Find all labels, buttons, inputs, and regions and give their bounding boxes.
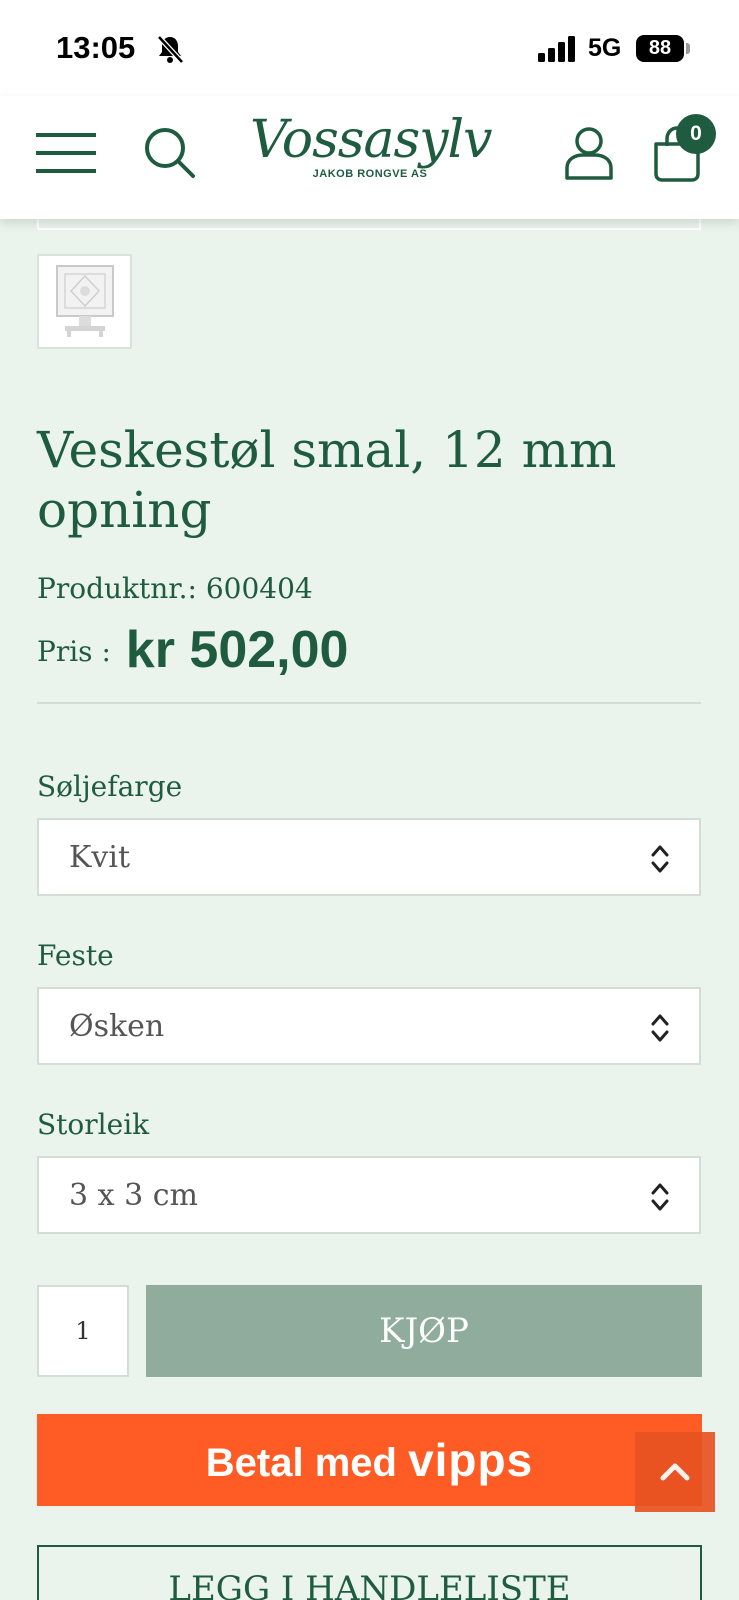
network-label: 5G [588,34,622,62]
search-icon[interactable] [143,126,197,180]
status-bar: 13:05 5G 88 [0,0,739,96]
sku-label: Produktnr.: [37,572,197,605]
logo-script: Vossasylv [250,110,493,170]
sku-row: Produktnr.: 600404 [37,572,313,605]
chevron-up-down-icon [651,845,669,873]
site-logo[interactable]: Vossasylv JAKOB RONGVE AS [250,108,493,194]
signal-icon [538,36,575,62]
price-value: kr 502,00 [125,621,349,679]
size-select[interactable]: 3 x 3 cm [37,1156,701,1234]
site-header: Vossasylv JAKOB RONGVE AS 0 [0,96,739,219]
fastening-option-label: Feste [37,939,114,972]
size-select-value: 3 x 3 cm [69,1178,198,1213]
fastening-select[interactable]: Øsken [37,987,701,1065]
product-thumbnail-image [56,265,114,337]
chevron-up-down-icon [651,1183,669,1211]
price-row: Pris : kr 502,00 [37,620,348,680]
color-option-label: Søljefarge [37,770,183,803]
fastening-select-value: Øsken [69,1009,165,1044]
buy-button[interactable]: KJØP [146,1285,702,1377]
chevron-up-down-icon [651,1014,669,1042]
scroll-to-top-button[interactable] [635,1432,715,1512]
price-label: Pris : [37,635,111,668]
add-to-wishlist-button[interactable]: LEGG I HANDLELISTE [37,1545,702,1600]
color-select[interactable]: Kvit [37,818,701,896]
vipps-logo: vipps [408,1434,534,1486]
size-option-label: Storleik [37,1108,150,1141]
product-title: Veskestøl smal, 12 mm opning [37,421,617,539]
color-select-value: Kvit [69,840,131,875]
chevron-up-icon [660,1463,690,1481]
bell-off-icon [157,35,184,64]
vipps-label: Betal med [205,1441,397,1485]
divider [37,702,701,704]
quantity-input[interactable]: 1 [37,1285,129,1377]
vipps-pay-button[interactable]: Betal med vipps [37,1414,702,1506]
battery-tip [686,43,690,54]
user-icon[interactable] [563,126,615,180]
battery-indicator: 88 [636,35,684,62]
menu-icon[interactable] [36,131,96,175]
cart-count-badge: 0 [676,114,716,154]
status-time: 13:05 [56,30,136,65]
sku-value: 600404 [205,572,313,605]
product-thumbnail[interactable] [37,254,132,349]
